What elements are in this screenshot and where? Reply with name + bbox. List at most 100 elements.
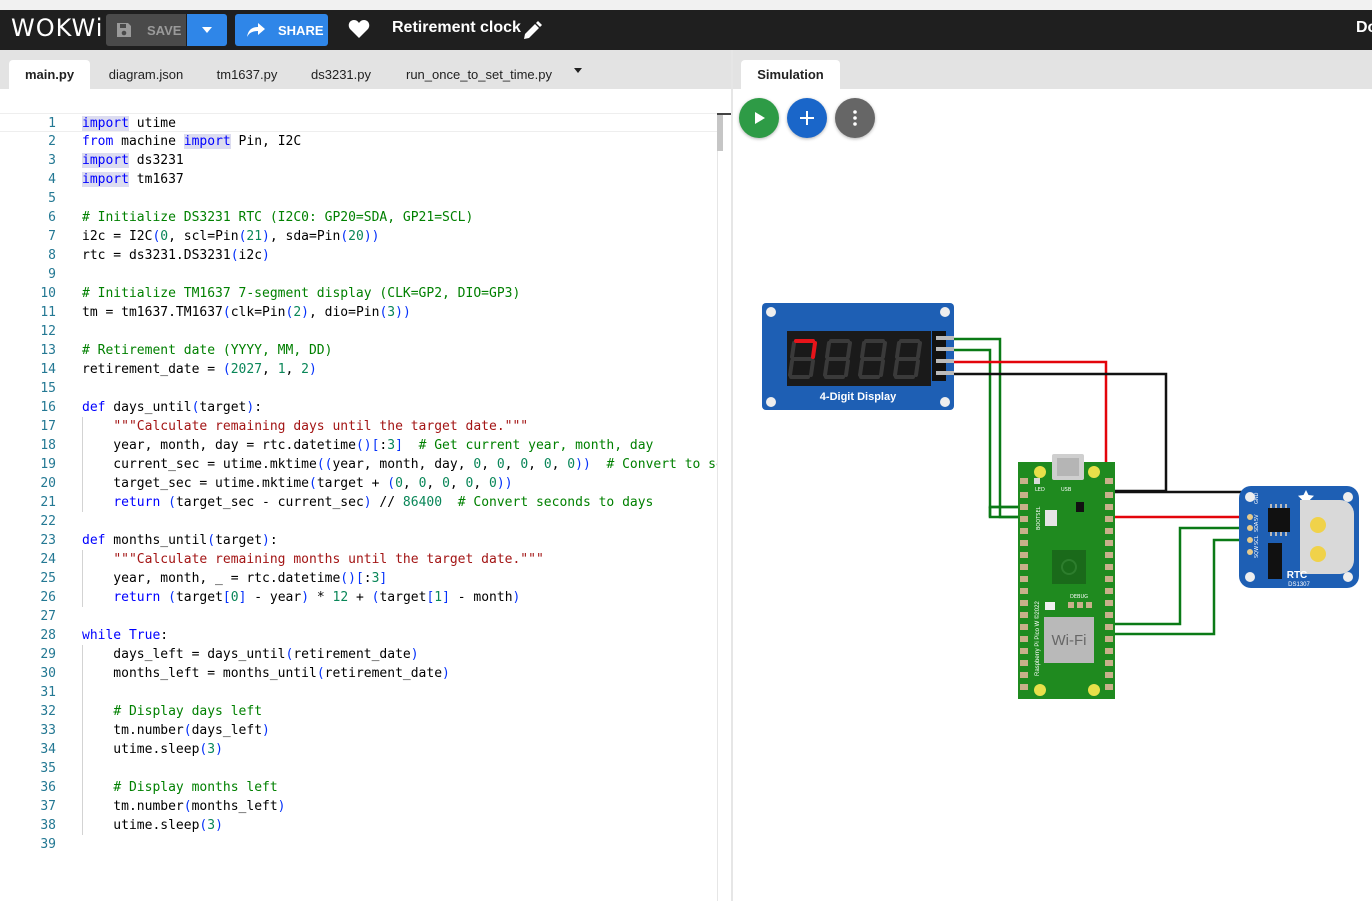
tab-ds3231-py[interactable]: ds3231.py — [298, 60, 384, 89]
code-line[interactable]: 23 def months_until(target): — [0, 531, 717, 550]
tab-run-once-py[interactable]: run_once_to_set_time.py — [392, 60, 566, 89]
code-line[interactable]: 27 — [0, 607, 717, 626]
code-editor[interactable]: 1 import utime 2 from machine import Pin, I… — [0, 113, 717, 901]
code-line[interactable]: 9 — [0, 265, 717, 284]
line-number: 12 — [40, 324, 56, 339]
code-text: return (target_sec - current_sec) // 864… — [113, 495, 654, 510]
code-line[interactable]: 30 months_left = months_until(retirement… — [0, 664, 717, 683]
code-line[interactable]: 17 """Calculate remaining days until the… — [0, 417, 717, 436]
line-number: 1 — [48, 116, 56, 131]
file-tab-bar: main.py diagram.json tm1637.py ds3231.py… — [0, 50, 731, 89]
editor-scroll-thumb[interactable] — [717, 113, 723, 151]
circuit-canvas[interactable]: 4-Digit Display LED USB BOOTSEL DEBUG Wi… — [733, 50, 1372, 901]
code-text: target_sec = utime.mktime(target + (0, 0… — [82, 476, 513, 491]
line-number: 33 — [40, 723, 56, 738]
line-number: 11 — [40, 305, 56, 320]
code-line[interactable]: 28 while True: — [0, 626, 717, 645]
tm1637-display[interactable]: 4-Digit Display — [762, 303, 954, 410]
code-line[interactable]: 36 # Display months left — [0, 778, 717, 797]
wire-sda[interactable] — [1104, 526, 1250, 626]
rtc-module[interactable]: GND 5V SDA SCL SQW RTC DS1307 — [1239, 486, 1359, 588]
rtc-pin-sqw: SQW — [1254, 546, 1260, 558]
project-title[interactable]: Retirement clock — [392, 19, 521, 37]
heart-icon[interactable] — [348, 19, 370, 39]
rtc-model-label: DS1307 — [1288, 582, 1310, 588]
code-line[interactable]: 24 """Calculate remaining months until t… — [0, 550, 717, 569]
code-text: import ds3231 — [82, 153, 184, 168]
code-line[interactable]: 21 return (target_sec - current_sec) // … — [0, 493, 717, 512]
code-line[interactable]: 20 target_sec = utime.mktime(target + (0… — [0, 474, 717, 493]
line-number: 22 — [40, 514, 56, 529]
coin-cell-contact-bottom — [1310, 546, 1326, 562]
code-text: tm = tm1637.TM1637(clk=Pin(2), dio=Pin(3… — [82, 305, 411, 320]
line-number: 38 — [40, 818, 56, 833]
code-line[interactable]: 15 — [0, 379, 717, 398]
pico-wifi-label: Wi-Fi — [1052, 632, 1087, 649]
pico-usb-label: USB — [1061, 487, 1072, 493]
indent-guide — [82, 645, 83, 835]
code-line[interactable]: 34 utime.sleep(3) — [0, 740, 717, 759]
code-line[interactable]: 3 import ds3231 — [0, 151, 717, 170]
code-line[interactable]: 13 # Retirement date (YYYY, MM, DD) — [0, 341, 717, 360]
code-line[interactable]: 19 current_sec = utime.mktime((year, mon… — [0, 455, 717, 474]
wire-scl[interactable] — [1104, 538, 1250, 636]
code-line[interactable]: 4 import tm1637 — [0, 170, 717, 189]
line-number: 31 — [40, 685, 56, 700]
code-text: tm.number(days_left) — [82, 723, 270, 738]
header-right-text[interactable]: Do — [1356, 19, 1372, 37]
editor-scrollbar[interactable] — [717, 113, 731, 901]
code-line[interactable]: 38 utime.sleep(3) — [0, 816, 717, 835]
code-text: # Display months left — [113, 780, 278, 795]
code-line[interactable]: 7 i2c = I2C(0, scl=Pin(21), sda=Pin(20)) — [0, 227, 717, 246]
code-line[interactable]: 31 — [0, 683, 717, 702]
more-tabs-caret-icon[interactable] — [574, 68, 582, 73]
code-line[interactable]: 11 tm = tm1637.TM1637(clk=Pin(2), dio=Pin… — [0, 303, 717, 322]
wokwi-logo[interactable]: WOKWi — [11, 14, 103, 42]
line-number: 13 — [40, 343, 56, 358]
line-number: 18 — [40, 438, 56, 453]
code-line[interactable]: 6 # Initialize DS3231 RTC (I2C0: GP20=SDA… — [0, 208, 717, 227]
code-line[interactable]: 37 tm.number(months_left) — [0, 797, 717, 816]
pencil-icon[interactable] — [522, 21, 542, 41]
pico-w-board[interactable]: LED USB BOOTSEL DEBUG Wi-Fi Raspberry Pi… — [1018, 454, 1115, 699]
code-line[interactable]: 10 # Initialize TM1637 7-segment display … — [0, 284, 717, 303]
code-line[interactable]: 14 retirement_date = (2027, 1, 2) — [0, 360, 717, 379]
code-line[interactable]: 29 days_left = days_until(retirement_dat… — [0, 645, 717, 664]
save-options-dropdown[interactable] — [187, 14, 227, 46]
pico-debug-label: DEBUG — [1070, 594, 1088, 600]
code-line[interactable]: 39 — [0, 835, 717, 854]
code-line[interactable]: 1 import utime — [0, 113, 717, 132]
code-text: days_left = days_until(retirement_date) — [82, 647, 419, 662]
code-line[interactable]: 25 year, month, _ = rtc.datetime()[:3] — [0, 569, 717, 588]
line-number: 37 — [40, 799, 56, 814]
rtc-pin-sda: SDA — [1254, 521, 1260, 532]
code-text: # Retirement date (YYYY, MM, DD) — [82, 343, 333, 358]
coin-cell-holder — [1300, 500, 1354, 574]
code-line[interactable]: 33 tm.number(days_left) — [0, 721, 717, 740]
tab-diagram-json[interactable]: diagram.json — [96, 60, 196, 89]
code-line[interactable]: 2 from machine import Pin, I2C — [0, 132, 717, 151]
share-button[interactable]: SHARE — [235, 14, 328, 46]
code-line[interactable]: 35 — [0, 759, 717, 778]
code-line[interactable]: 26 return (target[0] - year) * 12 + (tar… — [0, 588, 717, 607]
code-line[interactable]: 12 — [0, 322, 717, 341]
indent-guide — [82, 417, 83, 512]
code-line[interactable]: 32 # Display days left — [0, 702, 717, 721]
code-text: import tm1637 — [82, 172, 184, 187]
line-number: 29 — [40, 647, 56, 662]
code-line[interactable]: 18 year, month, day = rtc.datetime()[:3]… — [0, 436, 717, 455]
code-line[interactable]: 5 — [0, 189, 717, 208]
coin-cell-contact-top — [1310, 517, 1326, 533]
code-line[interactable]: 22 — [0, 512, 717, 531]
save-button[interactable]: SAVE — [106, 14, 186, 46]
code-line[interactable]: 8 rtc = ds3231.DS3231(i2c) — [0, 246, 717, 265]
tab-tm1637-py[interactable]: tm1637.py — [202, 60, 292, 89]
line-number: 6 — [48, 210, 56, 225]
code-line[interactable]: 16 def days_until(target): — [0, 398, 717, 417]
code-text: # Display days left — [113, 704, 263, 719]
floppy-icon — [117, 23, 131, 37]
tab-main-py[interactable]: main.py — [9, 60, 90, 89]
line-number: 16 — [40, 400, 56, 415]
code-text: year, month, day = rtc.datetime()[:3] # … — [82, 438, 654, 453]
wire-pico-left[interactable] — [988, 505, 1022, 519]
